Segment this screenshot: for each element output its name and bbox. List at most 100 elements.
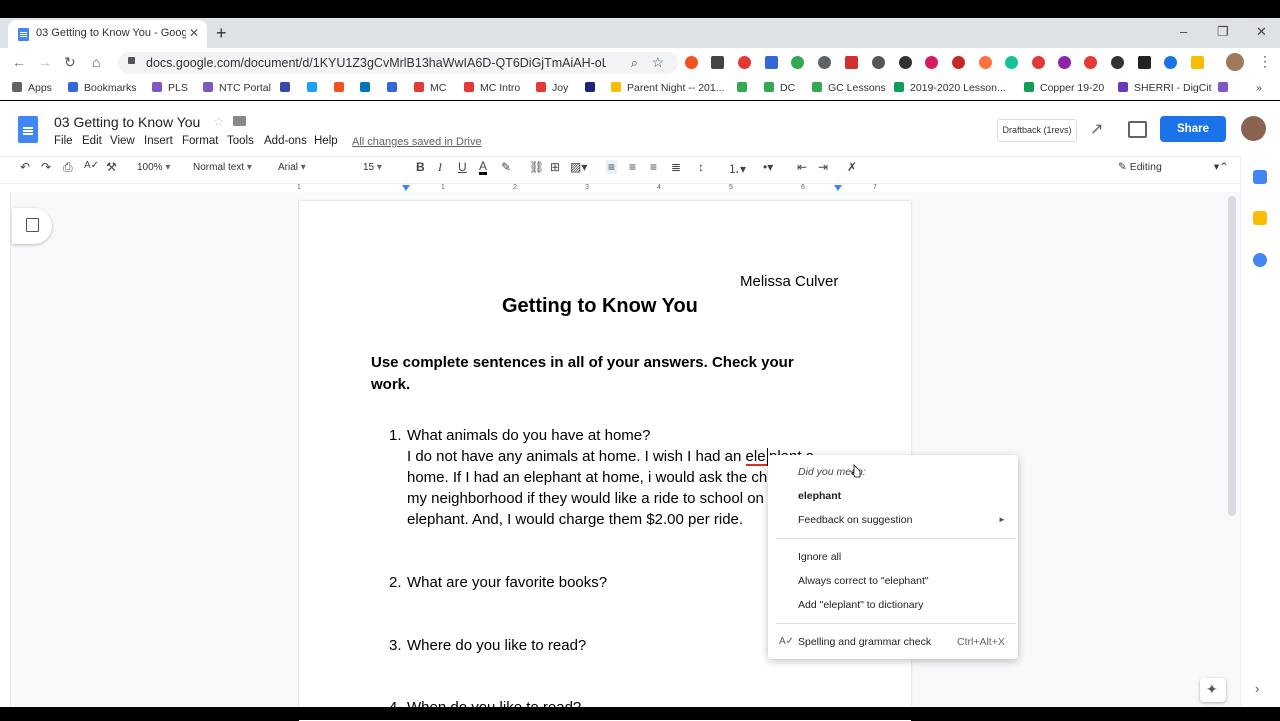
always-correct-option[interactable]: Always correct to "elephant" (798, 575, 929, 587)
extension-icon[interactable] (899, 56, 912, 69)
zoom-search-icon[interactable]: ⌕ (631, 55, 638, 71)
bookmark-item[interactable]: MC (414, 82, 446, 94)
extension-icon[interactable] (952, 56, 965, 69)
grammarly-icon[interactable] (1005, 56, 1018, 69)
bookmark-item[interactable]: MC Intro (464, 82, 520, 94)
draftback-button[interactable]: Draftback (1revs) (997, 119, 1077, 142)
bookmark-item[interactable] (307, 82, 323, 94)
insert-comment-icon[interactable]: ⊞ (550, 160, 560, 174)
spelling-error-underline[interactable] (746, 464, 768, 466)
back-icon[interactable]: ← (12, 54, 26, 70)
hide-menus-icon[interactable]: ⌃ (1219, 160, 1229, 174)
paint-format-icon[interactable]: ⚒ (106, 160, 117, 174)
extension-icon[interactable] (925, 56, 938, 69)
menu-format[interactable]: Format (182, 135, 218, 147)
browser-tab[interactable]: 03 Getting to Know You - Google Docs ✕ (8, 20, 207, 48)
justify-icon[interactable]: ≣ (671, 160, 681, 174)
menu-help[interactable]: Help (314, 135, 338, 147)
extension-icon[interactable] (979, 56, 992, 69)
bookmark-item[interactable] (1218, 82, 1234, 94)
undo-icon[interactable]: ↶ (20, 160, 30, 174)
bookmark-item[interactable]: Apps (12, 82, 52, 94)
ignore-all-option[interactable]: Ignore all (798, 551, 841, 563)
zoom-select[interactable]: 100% (137, 162, 170, 173)
extension-icon[interactable] (738, 56, 751, 69)
bookmark-item[interactable]: Joy (536, 82, 568, 94)
window-close-icon[interactable]: ✕ (1256, 24, 1267, 40)
extension-icon[interactable] (765, 56, 778, 69)
bookmarks-overflow-icon[interactable]: » (1256, 82, 1262, 94)
calendar-icon[interactable] (1253, 170, 1267, 184)
highlight-icon[interactable]: ✎ (501, 160, 511, 174)
extension-icon[interactable] (1191, 56, 1204, 69)
share-button[interactable]: Share (1160, 116, 1226, 142)
extension-icon[interactable] (1111, 56, 1124, 69)
extension-icon[interactable] (872, 56, 885, 69)
extension-icon[interactable] (1138, 56, 1151, 69)
extension-icon[interactable] (845, 56, 858, 69)
bookmark-star-icon[interactable]: ☆ (651, 54, 664, 71)
vertical-scrollbar[interactable] (1228, 196, 1236, 516)
bookmark-item[interactable]: PLS (152, 82, 188, 94)
print-icon[interactable]: ⎙ (63, 160, 73, 175)
align-center-icon[interactable]: ≡ (629, 160, 636, 174)
extension-icon[interactable] (1032, 56, 1045, 69)
spellcheck-icon[interactable]: A✓ (84, 160, 99, 171)
bookmark-item[interactable]: Copper 19-20 (1024, 82, 1104, 94)
menu-addons[interactable]: Add-ons (264, 135, 307, 147)
bookmark-item[interactable]: NTC Portal (203, 82, 271, 94)
save-status[interactable]: All changes saved in Drive (352, 136, 482, 148)
decrease-indent-icon[interactable]: ⇤ (797, 160, 807, 174)
text-color-icon[interactable]: A (479, 160, 488, 175)
italic-icon[interactable]: I (438, 160, 442, 175)
suggestion-elephant[interactable]: elephant (798, 490, 841, 502)
drive-extension-icon[interactable] (791, 56, 804, 69)
document-title[interactable]: 03 Getting to Know You (54, 114, 200, 130)
activity-trend-icon[interactable]: ↗ (1090, 119, 1103, 139)
indent-marker-icon[interactable] (402, 185, 410, 191)
bookmark-item[interactable] (387, 82, 403, 94)
forward-icon[interactable]: → (38, 54, 52, 70)
bookmark-item[interactable]: Bookmarks (68, 82, 137, 94)
extension-icon[interactable] (1164, 56, 1177, 69)
minimize-icon[interactable]: – (1180, 24, 1187, 39)
bookmark-item[interactable]: GC Lessons (812, 82, 886, 94)
menu-tools[interactable]: Tools (227, 135, 254, 147)
home-icon[interactable]: ⌂ (92, 54, 100, 70)
reload-icon[interactable]: ↻ (64, 54, 76, 71)
qr-extension-icon[interactable] (711, 56, 724, 69)
extension-icon[interactable] (818, 56, 831, 69)
tab-close-icon[interactable]: ✕ (189, 26, 199, 40)
font-select[interactable]: Arial (278, 162, 338, 173)
folder-icon[interactable] (233, 116, 246, 126)
comment-icon[interactable] (1128, 121, 1147, 138)
redo-icon[interactable]: ↷ (41, 160, 51, 174)
tasks-icon[interactable] (1253, 253, 1267, 267)
bookmark-item[interactable]: DC (764, 82, 795, 94)
bookmark-item[interactable] (334, 82, 350, 94)
bookmark-item[interactable]: Parent Night -- 201... (611, 82, 724, 94)
bulleted-list-icon[interactable]: •▾ (763, 160, 773, 174)
bookmark-item[interactable] (585, 82, 601, 94)
menu-file[interactable]: File (54, 135, 73, 147)
chrome-menu-icon[interactable]: ⋮ (1258, 53, 1272, 70)
font-size-select[interactable]: 15 (363, 162, 382, 173)
spelling-grammar-check-option[interactable]: Spelling and grammar check (798, 636, 931, 648)
restore-icon[interactable]: ❐ (1217, 24, 1229, 40)
menu-view[interactable]: View (110, 135, 135, 147)
bold-icon[interactable]: B (416, 160, 425, 174)
address-bar[interactable]: docs.google.com/document/d/1KYU1Z3gCvMrl… (118, 52, 678, 74)
keep-icon[interactable] (1253, 211, 1267, 225)
align-right-icon[interactable]: ≡ (650, 160, 657, 174)
menu-insert[interactable]: Insert (144, 135, 173, 147)
docs-logo-icon[interactable] (18, 116, 38, 143)
bookmark-item[interactable] (360, 82, 376, 94)
insert-image-icon[interactable]: ▨▾ (570, 160, 587, 174)
bookmark-item[interactable]: SHERRI - DigCit (1118, 82, 1212, 94)
explore-button[interactable] (1200, 678, 1226, 702)
extension-icon[interactable] (685, 56, 698, 69)
add-to-dictionary-option[interactable]: Add "eleplant" to dictionary (798, 599, 923, 611)
numbered-list-icon[interactable]: ⒈▾ (728, 160, 746, 177)
menu-edit[interactable]: Edit (82, 135, 102, 147)
expand-panel-icon[interactable]: › (1255, 681, 1259, 696)
